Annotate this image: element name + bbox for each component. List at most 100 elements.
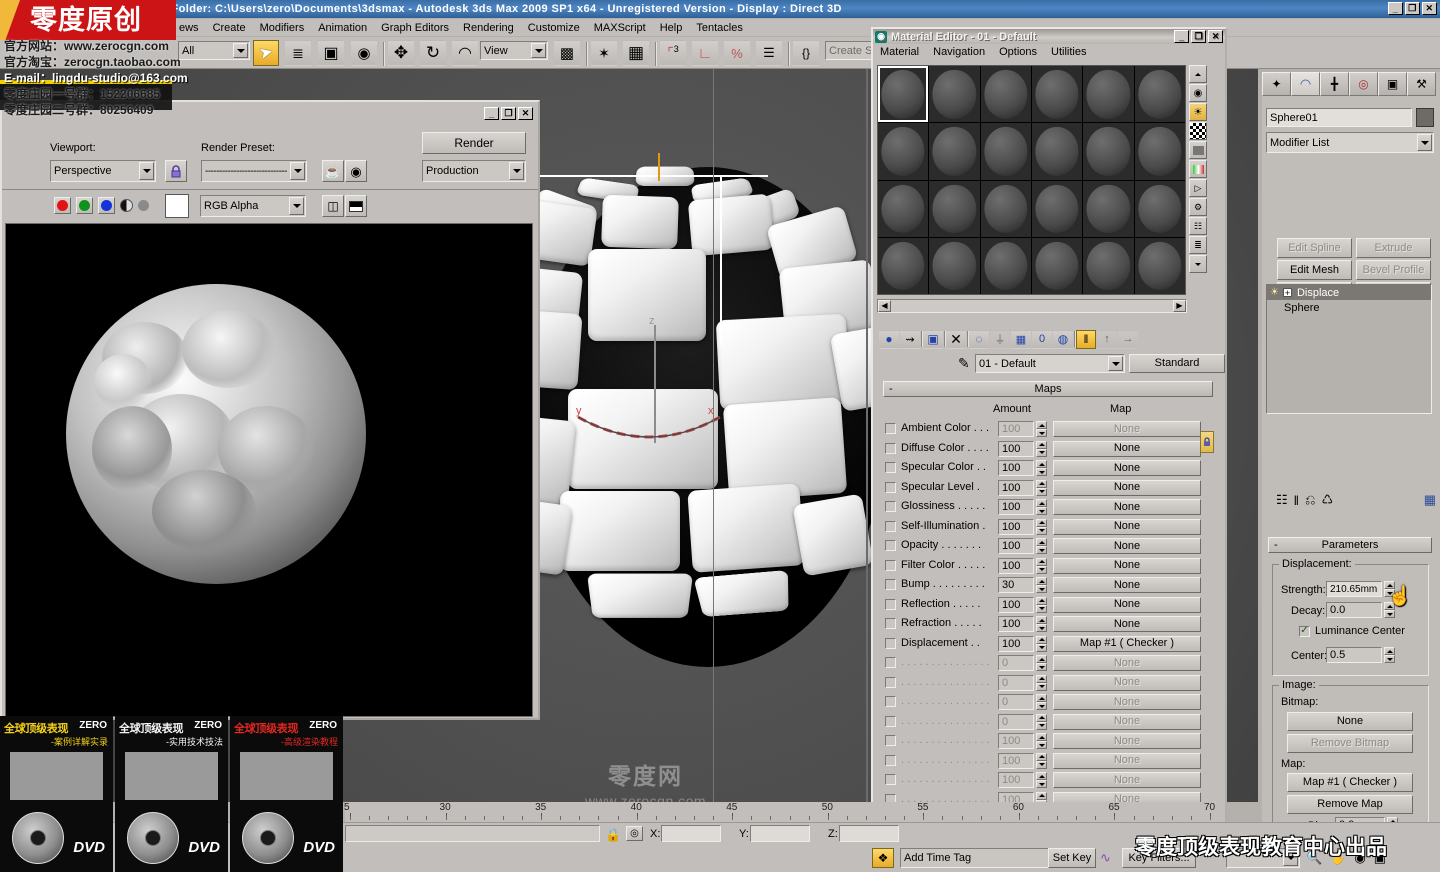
time-ruler[interactable]: 5 30 35 40 45 50 55 60 65 70 <box>344 802 1225 820</box>
spinner-down-icon[interactable] <box>1036 780 1047 788</box>
map-assign-button[interactable]: None <box>1053 479 1201 496</box>
modifier-button[interactable]: Extrude <box>1356 238 1431 258</box>
remove-bitmap-button[interactable]: Remove Bitmap <box>1287 734 1413 753</box>
hierarchy-tab[interactable]: ╋ <box>1320 72 1349 96</box>
select-and-rotate-icon[interactable]: ↻ <box>420 40 446 66</box>
spinner-down-icon[interactable] <box>1036 448 1047 457</box>
spinner-down-icon[interactable] <box>1036 624 1047 632</box>
map-assign-button[interactable]: None <box>1053 733 1201 749</box>
spinner-snap-icon[interactable]: ☰ <box>756 40 782 66</box>
maps-row[interactable]: . . . . . . . . . . . . . . . 0 None <box>883 693 1213 713</box>
bitmap-button[interactable]: None <box>1287 712 1413 731</box>
chevron-down-icon[interactable] <box>509 162 524 180</box>
map-amount-input[interactable]: 100 <box>998 733 1034 749</box>
map-amount-spinner[interactable] <box>1036 655 1047 671</box>
spinner-down-icon[interactable] <box>1036 507 1047 515</box>
luminance-center-checkbox[interactable]: ✓ <box>1299 625 1310 637</box>
spinner-up-icon[interactable] <box>1384 647 1395 655</box>
clone-rendered-frame-icon[interactable]: ◫ <box>322 195 344 217</box>
make-material-copy-icon[interactable]: ◌ <box>969 329 989 349</box>
map-amount-spinner[interactable] <box>1036 499 1047 515</box>
render-button[interactable]: Render <box>422 132 526 154</box>
map-amount-input[interactable]: 30 <box>998 577 1034 593</box>
material-sample-slot[interactable] <box>929 123 980 180</box>
me-menu-options[interactable]: Options <box>992 46 1044 58</box>
map-amount-input[interactable]: 0 <box>998 674 1034 691</box>
sample-uv-tiling-icon[interactable] <box>1189 141 1207 159</box>
map-amount-input[interactable]: 100 <box>998 596 1034 613</box>
map-enable-checkbox[interactable] <box>885 598 896 610</box>
spinner-up-icon[interactable] <box>1036 752 1047 761</box>
map-enable-checkbox[interactable] <box>885 774 896 785</box>
map-enable-checkbox[interactable] <box>885 462 896 473</box>
spinner-down-icon[interactable] <box>1384 610 1395 618</box>
spinner-down-icon[interactable] <box>1036 585 1047 593</box>
close-button[interactable]: ✕ <box>1422 2 1437 15</box>
parameters-rollout-header[interactable]: - Parameters <box>1268 537 1432 553</box>
spinner-up-icon[interactable] <box>1036 635 1047 644</box>
backlight-icon[interactable]: ☀ <box>1189 103 1207 121</box>
menu-item-modifiers[interactable]: Modifiers <box>253 21 312 35</box>
select-and-link-icon[interactable]: ✶ <box>591 40 617 66</box>
map-assign-button[interactable]: None <box>1053 713 1201 730</box>
map-enable-checkbox[interactable] <box>885 754 896 766</box>
map-assign-button[interactable]: None <box>1053 518 1201 535</box>
material-sample-slot[interactable] <box>929 180 980 237</box>
map-amount-spinner[interactable] <box>1036 557 1047 574</box>
map-amount-spinner[interactable] <box>1036 538 1047 554</box>
add-time-tag-field[interactable]: Add Time Tag <box>900 848 1050 868</box>
map-amount-input[interactable]: 0 <box>998 713 1034 730</box>
spinner-down-icon[interactable] <box>1036 721 1047 730</box>
spinner-up-icon[interactable] <box>1036 518 1047 527</box>
viewport-nav-combo[interactable] <box>1226 848 1300 868</box>
map-assign-button[interactable]: None <box>1053 499 1201 515</box>
center-input[interactable]: 0.5 <box>1326 647 1382 663</box>
map-amount-input[interactable]: 100 <box>998 421 1034 437</box>
select-and-move-icon[interactable]: ✥ <box>388 40 414 66</box>
material-sample-slot[interactable] <box>980 66 1031 123</box>
map-enable-checkbox[interactable] <box>885 423 896 434</box>
material-editor-window[interactable]: ◉ Material Editor - 01 - Default _ ❐ ✕ M… <box>871 27 1227 872</box>
maps-row[interactable]: Displacement . . 100 Map #1 ( Checker ) <box>883 635 1213 655</box>
spinner-up-icon[interactable] <box>1036 557 1047 566</box>
map-enable-checkbox[interactable] <box>885 735 896 746</box>
spinner-up-icon[interactable] <box>1036 674 1047 683</box>
map-assign-button[interactable]: None <box>1053 538 1201 554</box>
blue-channel-toggle[interactable] <box>98 197 115 214</box>
lock-icon[interactable] <box>165 160 187 182</box>
map-enable-checkbox[interactable] <box>885 481 896 493</box>
use-pivot-point-center-icon[interactable]: ▩ <box>554 40 580 66</box>
scroll-right-icon[interactable]: ▶ <box>1173 300 1186 312</box>
mono-channel-toggle[interactable] <box>138 200 149 211</box>
spinner-down-icon[interactable] <box>1036 526 1047 535</box>
maximize-viewport-icon[interactable]: ▣ <box>1374 850 1386 866</box>
orbit-icon[interactable]: ◉ <box>1354 850 1365 866</box>
show-end-result-icon[interactable]: ‖ <box>1076 329 1096 349</box>
motion-tab[interactable]: ◎ <box>1349 72 1378 96</box>
spinner-up-icon[interactable] <box>1036 460 1047 468</box>
map-assign-button[interactable]: None <box>1053 616 1201 632</box>
map-enable-checkbox[interactable] <box>885 559 896 571</box>
maps-row[interactable]: . . . . . . . . . . . . . . . 100 None <box>883 752 1213 772</box>
map-assign-button[interactable]: None <box>1053 440 1201 457</box>
make-unique-icon[interactable]: ⎌ <box>1305 492 1315 508</box>
map-button[interactable]: Map #1 ( Checker ) <box>1287 773 1413 792</box>
modifier-stack-item[interactable]: ☀ + Displace <box>1267 285 1431 300</box>
maps-rows-list[interactable]: Ambient Color . . . 100 None Diffuse Color … <box>883 420 1213 872</box>
chevron-down-icon[interactable] <box>531 43 546 58</box>
environment-settings-icon[interactable]: ◉ <box>345 160 367 182</box>
map-amount-input[interactable]: 0 <box>998 694 1034 710</box>
background-checker-icon[interactable] <box>1189 122 1207 140</box>
map-amount-spinner[interactable] <box>1036 479 1047 496</box>
material-sample-slot[interactable] <box>1083 66 1134 123</box>
z-coordinate-input[interactable] <box>839 825 899 842</box>
object-name-input[interactable]: Sphere01 <box>1266 108 1412 127</box>
scroll-up-icon[interactable] <box>1189 65 1207 83</box>
menu-item-create[interactable]: Create <box>206 21 253 35</box>
menu-item-maxscript[interactable]: MAXScript <box>587 21 653 35</box>
maps-row[interactable]: . . . . . . . . . . . . . . . 100 None <box>883 732 1213 752</box>
map-amount-input[interactable]: 100 <box>998 479 1034 496</box>
percent-snap-icon[interactable]: % <box>724 40 750 66</box>
command-panel[interactable]: ✦ ◠ ╋ ◎ ▣ ⚒ Sphere01 Modifier List Edit … <box>1262 72 1440 872</box>
map-amount-input[interactable]: 100 <box>998 557 1034 574</box>
